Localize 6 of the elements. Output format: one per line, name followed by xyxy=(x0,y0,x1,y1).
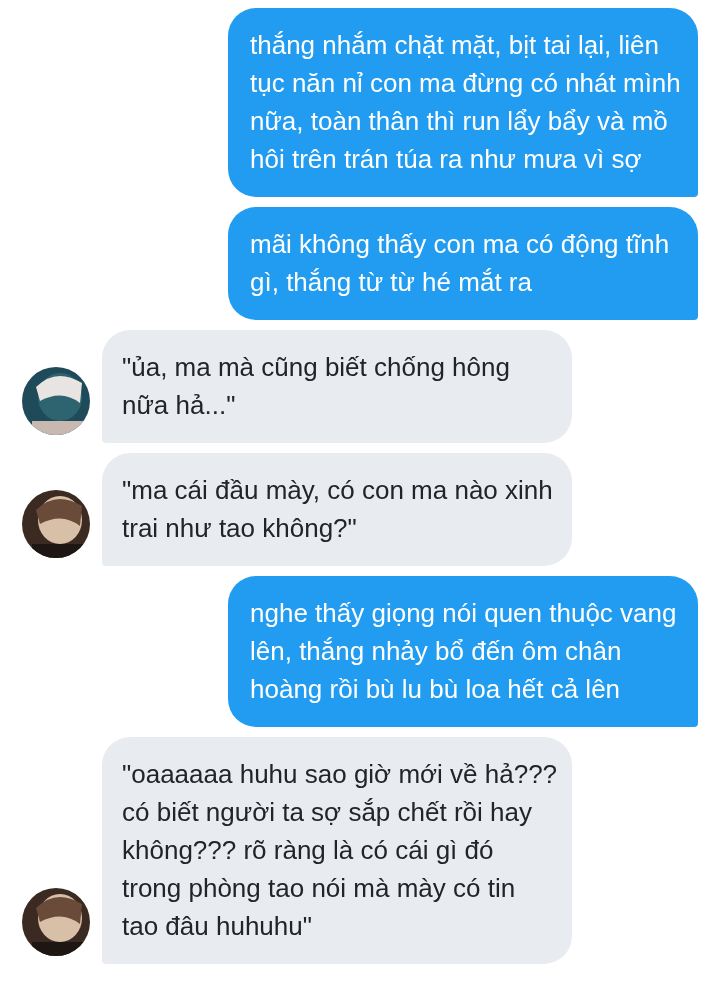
sent-message: mãi không thấy con ma có động tĩnh gì, thắng từ từ hé mắt ra xyxy=(228,207,698,320)
sent-message: thắng nhắm chặt mặt, bịt tai lại, liên tục năn nỉ con ma đừng có nhát mình nữa, toàn thân thì run lẩy bẩy và mồ hôi trên trán túa ra như mưa vì sợ xyxy=(228,8,698,197)
received-message: "oaaaaaa huhu sao giờ mới về hả??? có biết người ta sợ sắp chết rồi hay không??? rõ ràng là có cái gì đó trong phòng tao nói mà mày có tin tao đâu huhuhu" xyxy=(102,737,572,964)
received-message: "ủa, ma mà cũng biết chống hông nữa hả..." xyxy=(102,330,572,443)
sent-message: nghe thấy giọng nói quen thuộc vang lên, thắng nhảy bổ đến ôm chân hoàng rồi bù lu bù loa hết cả lên xyxy=(228,576,698,727)
received-message: "ma cái đầu mày, có con ma nào xinh trai như tao không?" xyxy=(102,453,572,566)
